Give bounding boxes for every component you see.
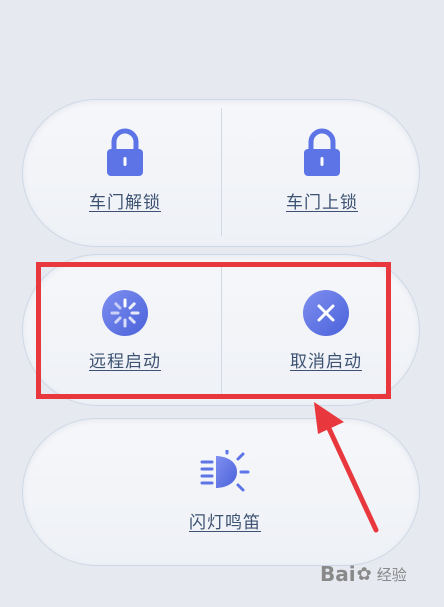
arrow-icon — [314, 402, 379, 533]
unlock-door-label: 车门解锁 — [89, 193, 161, 213]
highlight-box — [36, 262, 391, 399]
flash-honk-label: 闪灯鸣笛 — [189, 513, 261, 533]
lock-door-button[interactable]: 车门上锁 — [272, 128, 372, 213]
divider — [221, 108, 222, 236]
unlock-door-button[interactable]: 车门解锁 — [75, 128, 175, 213]
watermark-text: 经验 — [376, 565, 407, 584]
lock-door-label: 车门上锁 — [286, 193, 358, 213]
watermark-logo: Bai ✿ 经验 — [320, 562, 407, 586]
flash-honk-button[interactable]: 闪灯鸣笛 — [170, 450, 280, 533]
headlight-icon — [200, 450, 250, 492]
watermark-brand: Bai — [320, 562, 356, 586]
lock-icon — [107, 128, 143, 176]
paw-icon: ✿ — [356, 563, 372, 585]
lock-icon — [304, 128, 340, 176]
